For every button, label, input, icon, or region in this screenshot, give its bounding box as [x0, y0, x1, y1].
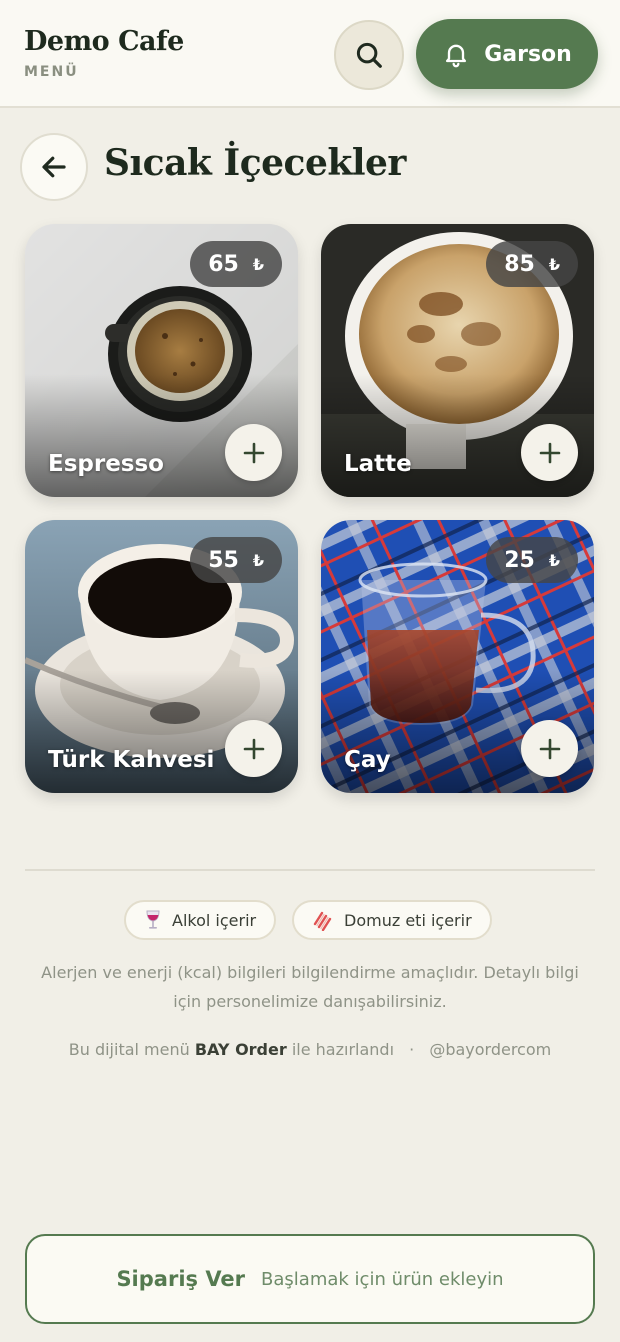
place-order-title: Sipariş Ver [116, 1267, 246, 1291]
price-value: 25 [504, 547, 535, 573]
currency-symbol: ₺ [548, 254, 560, 274]
price-value: 65 [208, 251, 239, 277]
back-button[interactable] [20, 133, 88, 201]
legend-alcohol-label: Alkol içerir [172, 910, 257, 930]
plus-icon [243, 442, 264, 463]
product-name: Espresso [48, 451, 164, 477]
price-badge: 25 ₺ [486, 537, 578, 583]
price-value: 85 [504, 251, 535, 277]
credit-separator: · [409, 1040, 415, 1059]
place-order-hint: Başlamak için ürün ekleyin [261, 1268, 504, 1290]
price-value: 55 [208, 547, 239, 573]
plus-icon [243, 738, 264, 759]
allergen-info-text: Alerjen ve enerji (kcal) bilgileri bilgi… [41, 963, 579, 1011]
legend-alcohol: Alkol içerir [124, 900, 277, 940]
plus-icon [539, 738, 560, 759]
bacon-icon [313, 911, 332, 931]
price-badge: 85 ₺ [486, 241, 578, 287]
call-waiter-label: Garson [484, 41, 572, 67]
price-badge: 55 ₺ [190, 537, 282, 583]
search-button[interactable] [334, 20, 404, 90]
credit-prefix: Bu dijital menü [68, 1040, 190, 1059]
category-title: Sıcak İçecekler [104, 142, 406, 184]
product-card-espresso[interactable]: 65 ₺ Espresso [25, 224, 298, 497]
app-header: Demo Cafe MENÜ Garson [0, 0, 620, 108]
product-name: Latte [344, 451, 412, 477]
product-card-cay[interactable]: 25 ₺ Çay [321, 520, 594, 793]
credit-handle-link[interactable]: @bayordercom [429, 1040, 551, 1059]
add-to-cart-button[interactable] [225, 720, 282, 777]
arrow-left-icon [42, 156, 66, 178]
credit-brand-link[interactable]: BAY Order [195, 1040, 287, 1059]
bell-icon [446, 44, 467, 68]
product-card-latte[interactable]: 85 ₺ Latte [321, 224, 594, 497]
brand-subtitle: MENÜ [24, 64, 79, 80]
product-card-turk-kahvesi[interactable]: 55 ₺ Türk Kahvesi [25, 520, 298, 793]
section-divider [25, 869, 595, 871]
credit-suffix: ile hazırlandı [291, 1040, 395, 1059]
add-to-cart-button[interactable] [225, 424, 282, 481]
currency-symbol: ₺ [252, 550, 264, 570]
wine-glass-icon [146, 910, 160, 929]
place-order-button[interactable]: Sipariş Ver Başlamak için ürün ekleyin [25, 1234, 595, 1324]
search-icon [356, 42, 382, 68]
legend-pork-label: Domuz eti içerir [344, 910, 472, 930]
call-waiter-button[interactable]: Garson [416, 19, 598, 89]
currency-symbol: ₺ [548, 550, 560, 570]
add-to-cart-button[interactable] [521, 424, 578, 481]
brand-name: Demo Cafe [24, 26, 184, 57]
add-to-cart-button[interactable] [521, 720, 578, 777]
currency-symbol: ₺ [252, 254, 264, 274]
legend-pork: Domuz eti içerir [292, 900, 492, 940]
price-badge: 65 ₺ [190, 241, 282, 287]
product-name: Türk Kahvesi [48, 747, 215, 773]
plus-icon [539, 442, 560, 463]
credit-line: Bu dijital menü BAY Order ile hazırlandı… [0, 1040, 620, 1059]
product-name: Çay [344, 747, 391, 773]
